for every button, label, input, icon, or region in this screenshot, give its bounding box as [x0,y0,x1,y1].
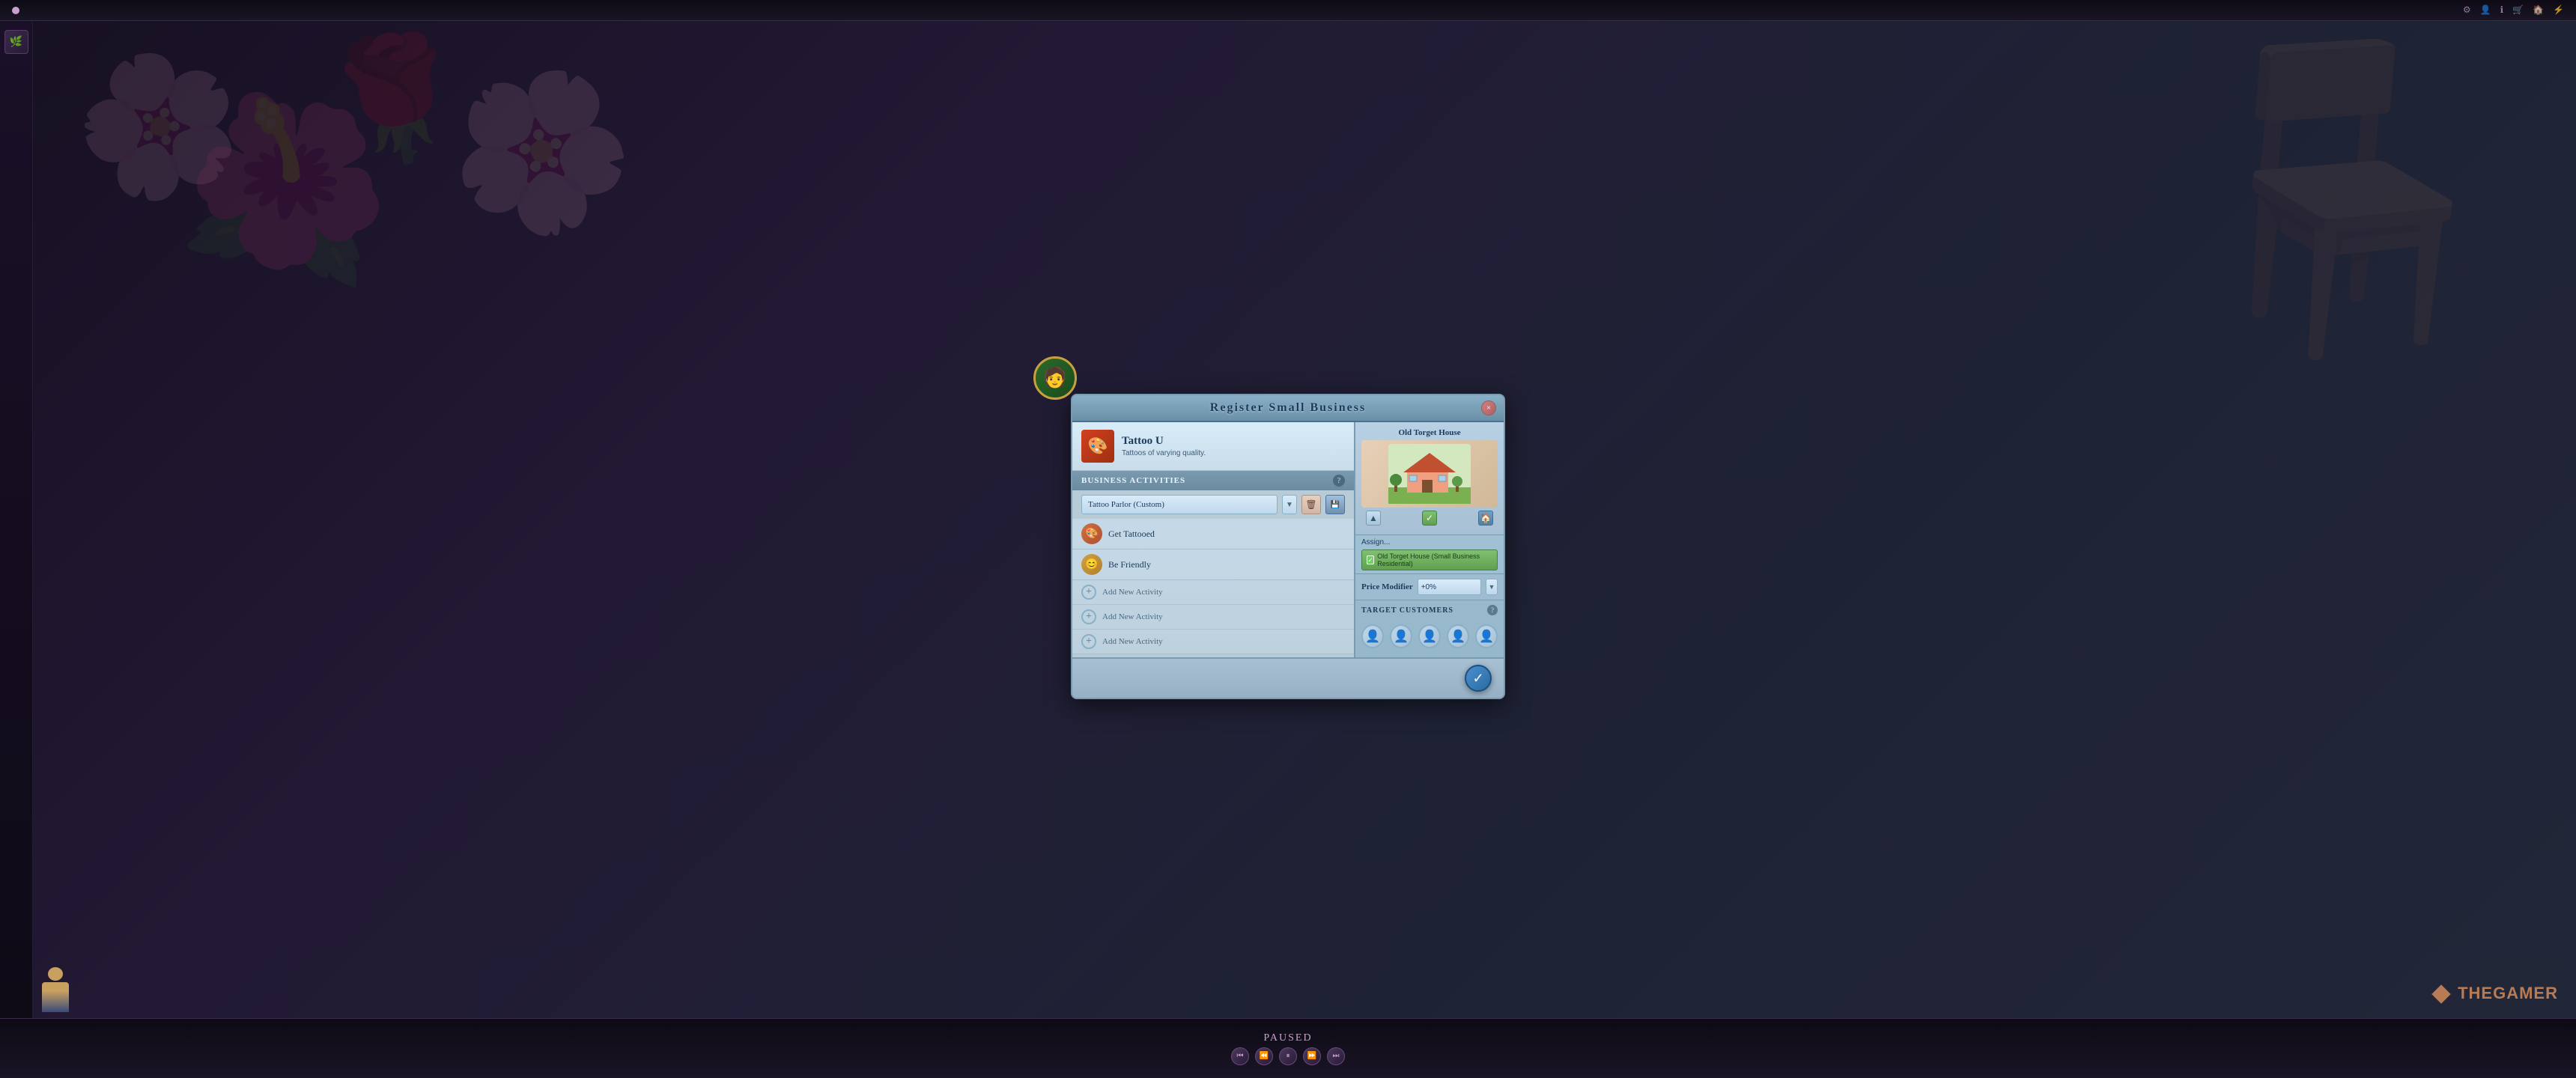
target-customer-btn-2[interactable]: 👤 [1390,624,1412,648]
add-activity-icon-2: + [1081,609,1096,624]
activities-title: Business Activities [1081,476,1185,485]
save-activity-button[interactable]: 💾 [1325,495,1345,514]
property-name-label: Old Torget House [1361,428,1498,437]
activity-item-get-tattooed[interactable]: 🎨 Get Tattooed [1072,519,1354,549]
property-controls: ▲ ✓ 🏠 [1361,508,1498,529]
target-customer-btn-5[interactable]: 👤 [1475,624,1498,648]
add-activity-icon-3: + [1081,634,1096,649]
add-activity-label-3: Add New Activity [1102,637,1163,646]
activity-type-dropdown[interactable]: Tattoo Parlor (Custom) [1081,495,1278,514]
activity-item-be-friendly[interactable]: 😊 Be Friendly [1072,549,1354,580]
target-customers-icons-row: 👤 👤 👤 👤 👤 [1361,620,1498,653]
property-image [1361,440,1498,508]
business-name: Tattoo U [1122,435,1345,448]
price-section: Price Modifier +0% ▼ [1355,573,1504,600]
activities-help-button[interactable]: ? [1333,475,1345,487]
dialog-titlebar: Register Small Business × [1072,395,1504,422]
get-tattooed-icon: 🎨 [1081,523,1102,544]
be-friendly-label: Be Friendly [1108,559,1151,570]
add-activity-item-1[interactable]: + Add New Activity [1072,580,1354,605]
dialog-overlay: 🧑 Register Small Business × 🎨 Tattoo U [0,0,2576,1078]
assign-label: Assign... [1361,538,1498,546]
add-activity-label-1: Add New Activity [1102,588,1163,597]
target-customers-title: Target Customers [1361,606,1453,615]
target-customers-section: Target Customers ? 👤 👤 👤 👤 👤 [1355,600,1504,657]
close-button[interactable]: × [1481,401,1496,415]
add-activity-item-3[interactable]: + Add New Activity [1072,630,1354,654]
dialog-body: 🎨 Tattoo U Tattoos of varying quality. B… [1072,422,1504,657]
target-customers-header: Target Customers ? [1361,605,1498,615]
assign-option[interactable]: ✓ Old Torget House (Small Business Resid… [1361,549,1498,570]
assign-text: Old Torget House (Small Business Residen… [1377,552,1492,567]
business-description: Tattoos of varying quality. [1122,449,1345,457]
target-customers-help-button[interactable]: ? [1487,605,1498,615]
property-active-indicator: ✓ [1422,511,1437,526]
character-portrait: 🧑 [1033,356,1077,400]
add-activity-label-2: Add New Activity [1102,612,1163,621]
target-customer-btn-3[interactable]: 👤 [1418,624,1441,648]
business-info: Tattoo U Tattoos of varying quality. [1122,435,1345,457]
house-svg [1388,444,1471,504]
be-friendly-icon: 😊 [1081,554,1102,575]
confirm-button[interactable]: ✓ [1465,665,1492,692]
business-icon: 🎨 [1081,430,1114,463]
add-activity-item-2[interactable]: + Add New Activity [1072,605,1354,630]
price-dropdown-arrow-icon[interactable]: ▼ [1486,579,1498,595]
business-header: 🎨 Tattoo U Tattoos of varying quality. [1072,422,1354,471]
register-business-dialog: Register Small Business × 🎨 Tattoo U Tat… [1071,394,1505,699]
property-section: Old Torget House [1355,422,1504,535]
property-nav-up[interactable]: ▲ [1366,511,1381,526]
dialog-title: Register Small Business [1210,401,1366,415]
dialog-left-panel: 🎨 Tattoo U Tattoos of varying quality. B… [1072,422,1354,657]
activity-dropdown-row: Tattoo Parlor (Custom) ▼ 🗑 💾 [1072,490,1354,519]
activities-header: Business Activities ? [1072,471,1354,490]
get-tattooed-label: Get Tattooed [1108,529,1155,540]
dropdown-arrow-icon[interactable]: ▼ [1282,495,1297,514]
property-home-button[interactable]: 🏠 [1478,511,1493,526]
assign-check-icon: ✓ [1367,555,1374,564]
target-customer-btn-4[interactable]: 👤 [1447,624,1469,648]
target-customer-btn-1[interactable]: 👤 [1361,624,1384,648]
add-activity-icon-1: + [1081,585,1096,600]
dialog-right-panel: Old Torget House [1354,422,1504,657]
price-modifier-dropdown[interactable]: +0% [1418,579,1481,595]
assign-section: Assign... ✓ Old Torget House (Small Busi… [1355,535,1504,573]
price-modifier-label: Price Modifier [1361,582,1413,591]
dialog-footer: ✓ [1072,657,1504,698]
delete-activity-button[interactable]: 🗑 [1301,495,1321,514]
